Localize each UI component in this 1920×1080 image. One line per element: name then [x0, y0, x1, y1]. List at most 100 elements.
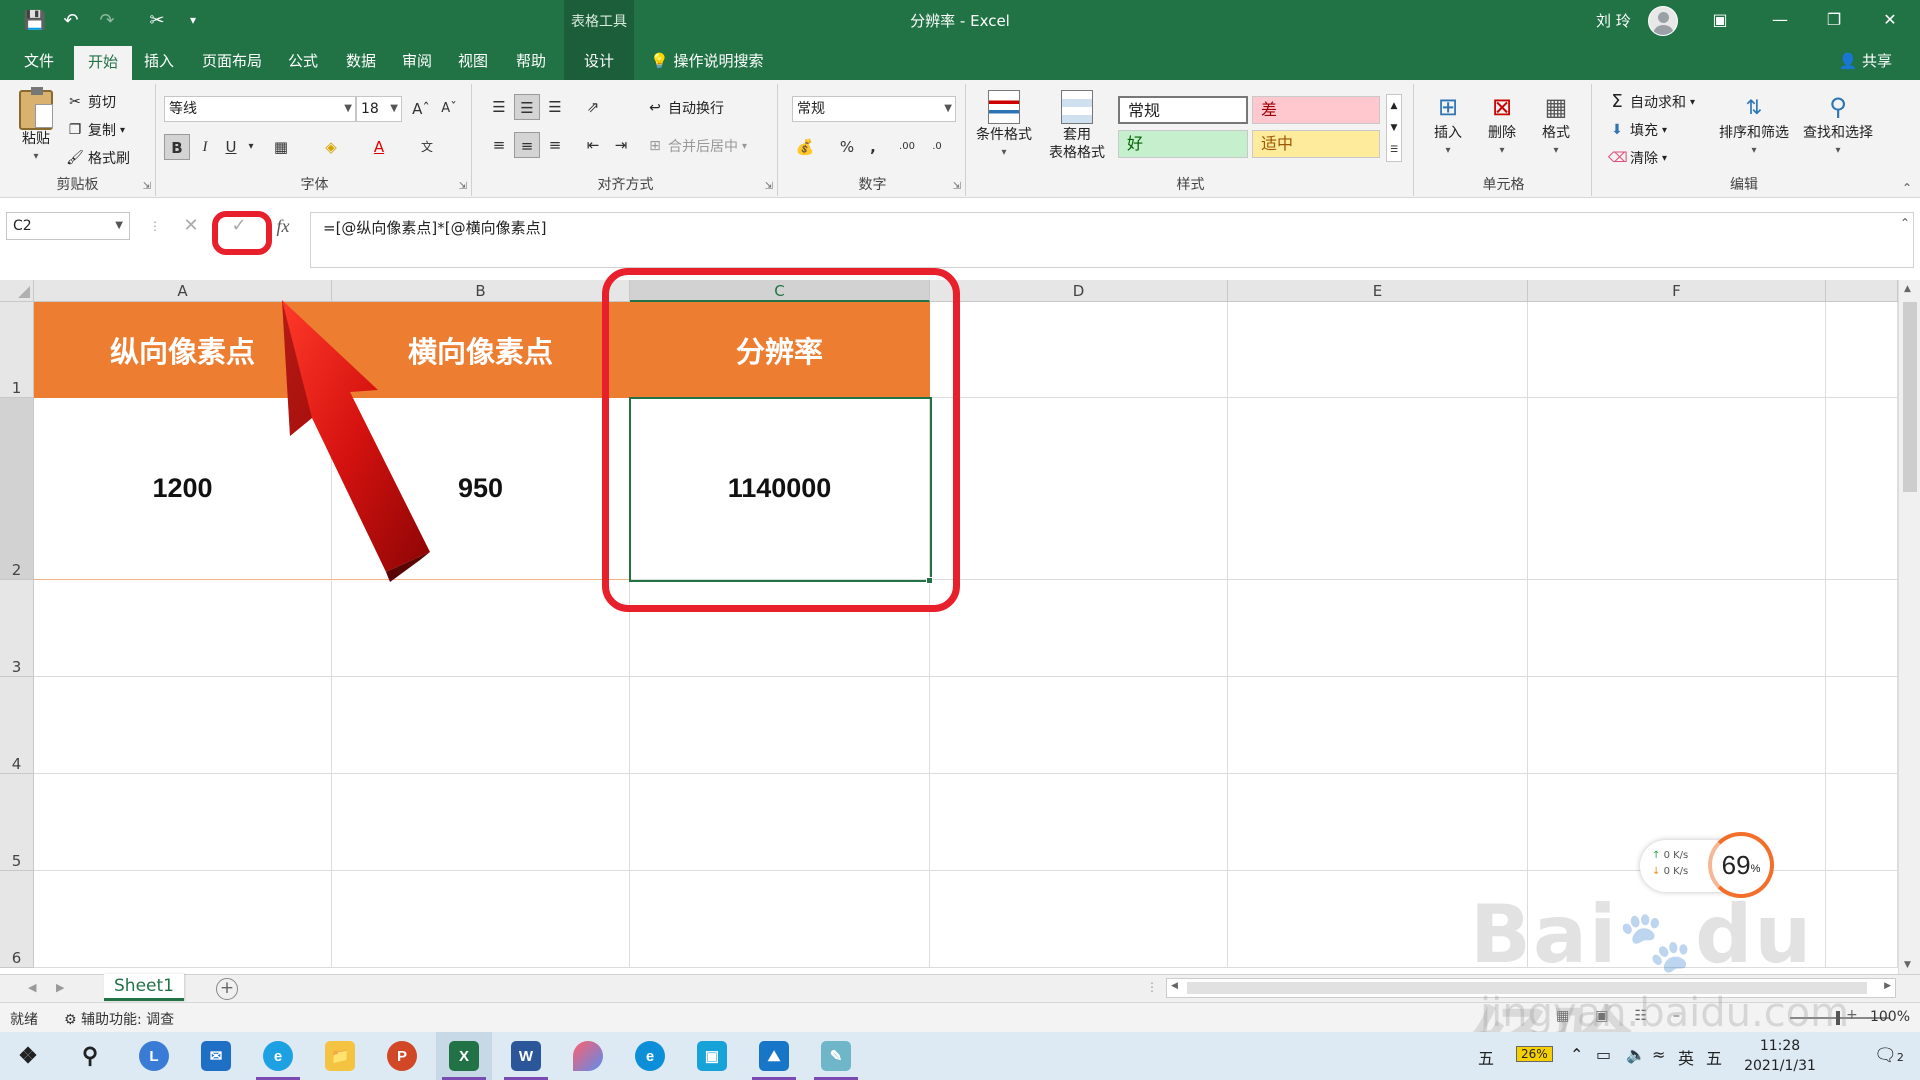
grid-cell[interactable]	[630, 871, 930, 968]
taskbar-word[interactable]: W	[498, 1032, 554, 1080]
grid-cell[interactable]	[630, 774, 930, 871]
grow-font-icon[interactable]: Aˆ	[408, 96, 434, 122]
normal-view-icon[interactable]: ▦	[1556, 1008, 1569, 1024]
number-launcher-icon[interactable]: ⇲	[953, 181, 961, 192]
underline-dropdown-icon[interactable]: ▾	[238, 134, 264, 160]
column-header-d[interactable]: D	[930, 280, 1228, 302]
taskbar-excel[interactable]: X	[436, 1032, 492, 1080]
find-select-button[interactable]: ⚲ 查找和选择 ▾	[1796, 90, 1880, 160]
fill-color-icon[interactable]: ◈	[318, 134, 344, 160]
delete-cells-button[interactable]: ⊠ 删除 ▾	[1478, 90, 1526, 160]
cell-c2[interactable]: 1140000	[630, 398, 930, 580]
wifi-icon[interactable]: ≈	[1652, 1045, 1665, 1064]
tab-data[interactable]: 数据	[332, 42, 390, 80]
page-break-view-icon[interactable]: ☷	[1634, 1008, 1647, 1024]
grid-cell[interactable]	[1228, 302, 1528, 398]
share-button[interactable]: 👤 共享	[1839, 42, 1892, 80]
worksheet-grid[interactable]: A B C D E F 1 2 3 4 5 6 纵向像素点 横向像素点 分辨率 …	[0, 280, 1920, 974]
page-layout-view-icon[interactable]: ▣	[1595, 1008, 1608, 1024]
taskbar-app-note[interactable]: ✎	[808, 1032, 864, 1080]
number-format-combo[interactable]: 常规 ▼	[792, 96, 956, 122]
grid-cell[interactable]	[1826, 302, 1898, 398]
vertical-scrollbar[interactable]: ▲ ▼	[1898, 280, 1920, 974]
copy-button[interactable]: ❐ 复制 ▾	[66, 120, 125, 140]
fill-button[interactable]: ⬇ 填充 ▾	[1608, 120, 1667, 140]
zoom-out-icon[interactable]: –	[1673, 1008, 1680, 1024]
grid-cell[interactable]	[332, 580, 630, 677]
column-header-g[interactable]	[1826, 280, 1898, 302]
style-good[interactable]: 好	[1118, 130, 1248, 158]
grid-cell[interactable]	[630, 677, 930, 774]
grid-cell[interactable]	[1228, 871, 1528, 968]
cut-button[interactable]: ✂ 剪切	[66, 92, 116, 112]
prev-sheet-icon[interactable]: ◀	[28, 981, 36, 994]
select-all-button[interactable]	[0, 280, 34, 302]
tab-review[interactable]: 审阅	[388, 42, 446, 80]
zoom-level[interactable]: 100%	[1870, 1009, 1910, 1025]
shrink-font-icon[interactable]: Aˇ	[436, 96, 462, 122]
alignment-launcher-icon[interactable]: ⇲	[765, 181, 773, 192]
taskbar-explorer[interactable]: 📁	[312, 1032, 368, 1080]
align-right-icon[interactable]: ≡	[542, 132, 568, 158]
grid-cell[interactable]	[1826, 580, 1898, 677]
tab-view[interactable]: 视图	[444, 42, 502, 80]
search-button[interactable]: ⚲	[62, 1032, 118, 1080]
phonetic-icon[interactable]: 文	[414, 134, 440, 160]
confirm-entry-icon[interactable]: ✓	[224, 214, 254, 238]
scroll-left-icon[interactable]: ◀	[1171, 981, 1178, 991]
wrap-text-button[interactable]: ↩ 自动换行	[646, 98, 724, 118]
column-header-b[interactable]: B	[332, 280, 630, 302]
grid-cell[interactable]	[630, 580, 930, 677]
clock[interactable]: 11:28 2021/1/31	[1730, 1036, 1830, 1076]
row-header-4[interactable]: 4	[0, 677, 34, 774]
scroll-right-icon[interactable]: ▶	[1884, 981, 1891, 991]
cell-b1[interactable]: 横向像素点	[332, 302, 630, 398]
orientation-icon[interactable]: ⇗	[580, 94, 606, 120]
grid-cell[interactable]	[34, 774, 332, 871]
row-header-1[interactable]: 1	[0, 302, 34, 398]
accessibility-status[interactable]: ⚙ 辅助功能: 调查	[64, 1009, 174, 1029]
taskbar-powerpoint[interactable]: P	[374, 1032, 430, 1080]
vertical-scroll-thumb[interactable]	[1903, 302, 1917, 492]
column-header-c[interactable]: C	[630, 280, 930, 302]
name-box[interactable]: C2 ▼	[6, 212, 130, 240]
tell-me-search[interactable]: 💡 操作说明搜索	[650, 42, 763, 80]
grid-cell[interactable]	[1826, 398, 1898, 580]
style-bad[interactable]: 差	[1252, 96, 1380, 124]
tab-formulas[interactable]: 公式	[274, 42, 332, 80]
italic-button[interactable]: I	[192, 134, 218, 160]
formula-input[interactable]: =[@纵向像素点]*[@横向像素点]	[310, 212, 1914, 268]
tab-home[interactable]: 开始	[74, 46, 133, 80]
grid-cell[interactable]	[930, 302, 1228, 398]
horizontal-scrollbar[interactable]: ◀ ▶	[1166, 978, 1896, 998]
taskbar-ie[interactable]: e	[250, 1032, 306, 1080]
merge-center-button[interactable]: ⊞ 合并后居中 ▾	[646, 136, 747, 156]
expand-formula-bar-icon[interactable]: ⌃	[1900, 216, 1910, 230]
insert-function-icon[interactable]: fx	[268, 214, 298, 238]
grid-cell[interactable]	[34, 677, 332, 774]
font-size-combo[interactable]: 18 ▼	[356, 96, 402, 122]
comma-icon[interactable]: ,	[860, 134, 886, 160]
cell-a2[interactable]: 1200	[34, 398, 332, 580]
conditional-format-button[interactable]: 条件格式 ▾	[972, 90, 1036, 162]
grid-cell[interactable]	[930, 774, 1228, 871]
grid-cell[interactable]	[1228, 677, 1528, 774]
borders-icon[interactable]: ▦	[268, 134, 294, 160]
grid-cell[interactable]	[930, 580, 1228, 677]
horizontal-scroll-thumb[interactable]	[1187, 982, 1867, 994]
restore-button[interactable]: ❐	[1804, 0, 1864, 38]
zoom-in-icon[interactable]: +	[1846, 1007, 1858, 1023]
cell-a1[interactable]: 纵向像素点	[34, 302, 332, 398]
grid-cell[interactable]	[1528, 398, 1826, 580]
ribbon-display-icon[interactable]: ▣	[1690, 0, 1750, 38]
battery-indicator[interactable]: 26%	[1516, 1046, 1553, 1062]
grid-cell[interactable]	[1528, 302, 1826, 398]
tab-help[interactable]: 帮助	[502, 42, 560, 80]
format-as-table-button[interactable]: 套用 表格格式	[1040, 90, 1114, 162]
align-center-icon[interactable]: ≡	[514, 132, 540, 158]
styles-gallery-scroll[interactable]: ▲ ▼ ☰	[1386, 94, 1402, 162]
style-neutral[interactable]: 适中	[1252, 130, 1380, 158]
taskbar-photos[interactable]: ⛰	[746, 1032, 802, 1080]
user-name[interactable]: 刘 玲	[1596, 10, 1631, 31]
tab-file[interactable]: 文件	[10, 42, 68, 80]
